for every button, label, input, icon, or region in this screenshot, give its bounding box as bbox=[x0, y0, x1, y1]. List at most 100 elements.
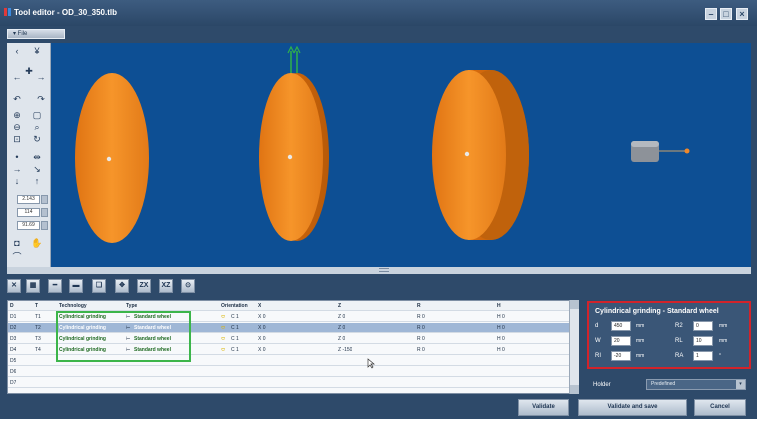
ra-unit: ° bbox=[719, 353, 721, 359]
col-header-t[interactable]: T bbox=[35, 301, 38, 311]
arrow-right-icon[interactable]: → bbox=[11, 165, 23, 174]
cell-orientation: C 1 bbox=[231, 347, 239, 353]
tool-table: D T Technology Type Orientation X Z R H … bbox=[7, 300, 579, 394]
ra-label: RA bbox=[675, 353, 684, 359]
arrow-up-icon[interactable]: ↑ bbox=[31, 177, 43, 186]
col-header-x[interactable]: X bbox=[258, 301, 261, 311]
col-header-technology[interactable]: Technology bbox=[59, 301, 87, 311]
zoom-field-1-button[interactable] bbox=[41, 195, 48, 204]
orientation-icon: ⬭ bbox=[221, 336, 226, 342]
scroll-up-icon[interactable] bbox=[570, 300, 579, 309]
holder-select[interactable]: Predefined ▾ bbox=[646, 379, 746, 390]
3d-viewport[interactable] bbox=[51, 43, 751, 273]
r2-label: R2 bbox=[675, 323, 683, 329]
arrow-down-icon[interactable]: ¥ bbox=[31, 47, 43, 56]
rotate-right-icon[interactable]: ↷ bbox=[35, 95, 47, 104]
cell-z: Z -150 bbox=[338, 347, 353, 353]
view-fit-icon[interactable]: ⊡ bbox=[11, 135, 23, 144]
rl-field[interactable]: 10 bbox=[693, 336, 713, 346]
cell-technology: Cylindrical grinding bbox=[59, 314, 106, 320]
refresh-icon[interactable]: ↻ bbox=[31, 135, 43, 144]
grinding-wheel-3[interactable] bbox=[432, 70, 529, 240]
minimize-button[interactable]: – bbox=[705, 8, 717, 20]
cell-type: Standard wheel bbox=[134, 325, 171, 331]
fit-horizontal-icon[interactable]: ⇹ bbox=[31, 153, 43, 162]
table-row[interactable]: D3 T3 Cylindrical grinding ⊢ Standard wh… bbox=[8, 334, 570, 344]
zoom-field-1[interactable]: 2.143 bbox=[17, 195, 40, 204]
arrow-diag-icon[interactable]: ↘ bbox=[31, 165, 43, 174]
chevron-down-icon[interactable]: ▾ bbox=[736, 380, 745, 389]
table-row[interactable]: D5 bbox=[8, 356, 570, 366]
r2-field[interactable]: 0 bbox=[693, 321, 713, 331]
target-icon[interactable]: ⊙ bbox=[181, 279, 195, 293]
validate-button[interactable]: Validate bbox=[518, 399, 569, 416]
rotate-left-icon[interactable]: ↶ bbox=[11, 95, 23, 104]
table-row[interactable]: D6 bbox=[8, 367, 570, 377]
col-header-d[interactable]: D bbox=[10, 301, 14, 311]
delete-icon[interactable]: ✕ bbox=[7, 279, 21, 293]
move-icon[interactable]: ✥ bbox=[115, 279, 129, 293]
arrow-down-small-icon[interactable]: ↓ bbox=[11, 177, 23, 186]
arc-icon[interactable]: ⌒ bbox=[11, 253, 23, 262]
pan-left-icon[interactable]: ← bbox=[11, 73, 23, 82]
table-scrollbar[interactable] bbox=[569, 300, 579, 394]
cell-t: T3 bbox=[35, 336, 41, 342]
panel-icon[interactable]: ▬ bbox=[69, 279, 83, 293]
zoom-window-icon[interactable]: ▢ bbox=[31, 111, 43, 120]
zoom-search-icon[interactable]: ⌕ bbox=[31, 123, 43, 132]
d-field[interactable]: 450 bbox=[611, 321, 631, 331]
cell-d: D6 bbox=[10, 369, 17, 375]
splitter-grip[interactable] bbox=[379, 268, 389, 272]
close-button[interactable]: × bbox=[736, 8, 748, 20]
pan-cross-icon[interactable]: ✚ bbox=[23, 67, 35, 76]
zoom-in-icon[interactable]: ⊕ bbox=[11, 111, 23, 120]
zoom-field-2[interactable]: 114 bbox=[17, 208, 40, 217]
table-row[interactable]: D4 T4 Cylindrical grinding ⊢ Standard wh… bbox=[8, 345, 570, 355]
grinding-wheel-1[interactable] bbox=[75, 73, 149, 243]
cell-technology: Cylindrical grinding bbox=[59, 336, 106, 342]
pan-right-icon[interactable]: → bbox=[35, 73, 47, 82]
scroll-down-icon[interactable] bbox=[570, 385, 579, 394]
col-header-r[interactable]: R bbox=[417, 301, 421, 311]
col-header-h[interactable]: H bbox=[497, 301, 501, 311]
zoom-field-2-button[interactable] bbox=[41, 208, 48, 217]
table-row-selected[interactable]: D2 T2 Cylindrical grinding ⊢ Standard wh… bbox=[8, 323, 570, 333]
splitter[interactable] bbox=[7, 267, 751, 274]
hand-icon[interactable]: ✋ bbox=[31, 239, 43, 248]
col-header-type[interactable]: Type bbox=[126, 301, 137, 311]
wheel-properties-panel: Cylindrical grinding - Standard wheel d … bbox=[587, 301, 751, 369]
file-menu[interactable]: ▾ File bbox=[7, 29, 65, 39]
point-icon[interactable]: • bbox=[11, 153, 23, 162]
xz-icon[interactable]: XZ bbox=[159, 279, 173, 293]
zx-icon[interactable]: ZX bbox=[137, 279, 151, 293]
col-header-orientation[interactable]: Orientation bbox=[221, 301, 256, 311]
ri-field[interactable]: -20 bbox=[611, 351, 631, 361]
rl-label: RL bbox=[675, 338, 683, 344]
w-label: W bbox=[595, 338, 601, 344]
maximize-button[interactable]: □ bbox=[720, 8, 732, 20]
zoom-out-icon[interactable]: ⊖ bbox=[11, 123, 23, 132]
zoom-field-3[interactable]: 91.69 bbox=[17, 221, 40, 230]
r2-unit: mm bbox=[719, 323, 728, 329]
grid-icon[interactable]: ▦ bbox=[26, 279, 40, 293]
tool-probe[interactable] bbox=[631, 141, 690, 162]
title-bar[interactable]: Tool editor - OD_30_350.tlb – □ × bbox=[0, 0, 757, 26]
bottom-margin bbox=[0, 419, 757, 423]
grinding-wheel-2[interactable] bbox=[259, 73, 329, 241]
ra-field[interactable]: 1 bbox=[693, 351, 713, 361]
cell-h: H 0 bbox=[497, 347, 505, 353]
copy-icon[interactable]: ❏ bbox=[92, 279, 106, 293]
cancel-button[interactable]: Cancel bbox=[694, 399, 746, 416]
table-row[interactable]: D7 bbox=[8, 378, 570, 388]
app-icon bbox=[4, 8, 11, 16]
table-row[interactable]: D1 T1 Cylindrical grinding ⊢ Standard wh… bbox=[8, 312, 570, 322]
zoom-field-3-button[interactable] bbox=[41, 221, 48, 230]
camera-icon[interactable]: ◘ bbox=[11, 239, 23, 248]
cell-d: D7 bbox=[10, 380, 17, 386]
arrow-left-icon[interactable]: ‹ bbox=[11, 47, 23, 56]
horizontal-icon[interactable]: ━ bbox=[48, 279, 62, 293]
w-field[interactable]: 20 bbox=[611, 336, 631, 346]
cell-d: D1 bbox=[10, 314, 17, 320]
col-header-z[interactable]: Z bbox=[338, 301, 341, 311]
validate-and-save-button[interactable]: Validate and save bbox=[578, 399, 687, 416]
